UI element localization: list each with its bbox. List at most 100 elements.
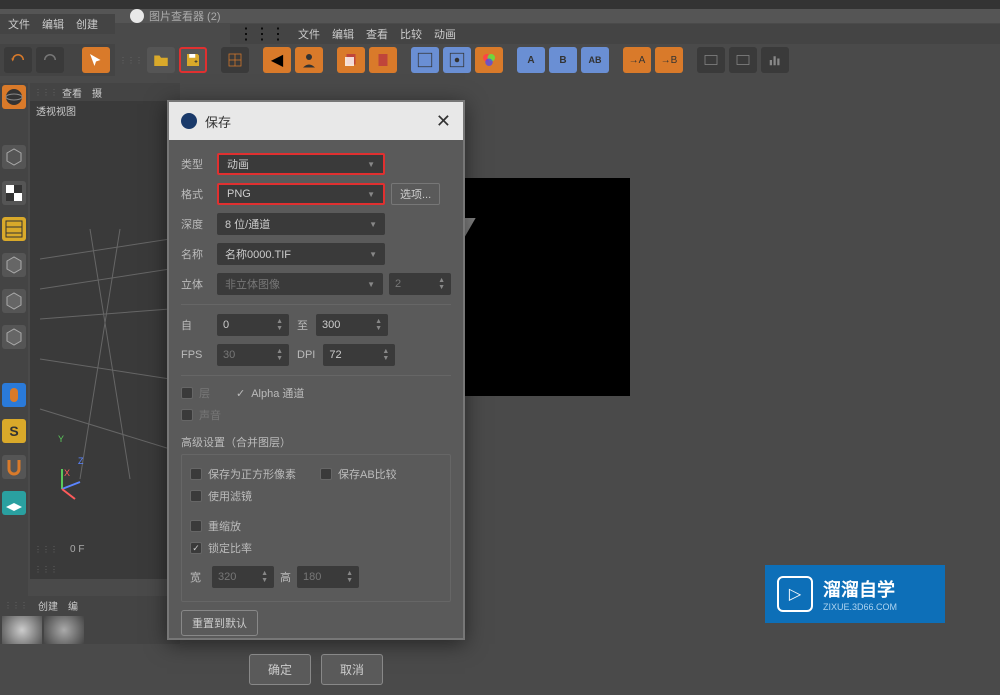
options-button[interactable]: 选项... xyxy=(391,183,440,205)
name-select[interactable]: 名称0000.TIF▼ xyxy=(217,243,385,265)
cube4-icon[interactable] xyxy=(2,325,26,349)
mouse-icon[interactable] xyxy=(2,383,26,407)
bottom-panel: ⋮⋮⋮ 创建 编 xyxy=(0,596,180,644)
width-input[interactable]: 320▲▼ xyxy=(212,566,274,588)
viewer-menu: ⋮⋮⋮ 文件 编辑 查看 比较 动画 xyxy=(230,24,1000,44)
depth-label: 深度 xyxy=(181,216,217,232)
type-select[interactable]: 动画▼ xyxy=(217,153,385,175)
menu-edit[interactable]: 编辑 xyxy=(42,16,64,32)
checker-icon[interactable] xyxy=(2,181,26,205)
sound-label: 声音 xyxy=(199,407,221,423)
ok-button[interactable]: 确定 xyxy=(249,654,311,685)
wireframe-icon[interactable] xyxy=(2,217,26,241)
workplane-icon[interactable] xyxy=(2,491,26,515)
app-icon xyxy=(130,9,144,23)
viewer-menu-edit[interactable]: 编辑 xyxy=(332,26,354,42)
redo-icon[interactable] xyxy=(36,47,64,73)
viewer-menu-view[interactable]: 查看 xyxy=(366,26,388,42)
grip-icon: ⋮⋮⋮ xyxy=(34,565,58,574)
save-ab-checkbox[interactable] xyxy=(320,468,332,480)
reset-button[interactable]: 重置到默认 xyxy=(181,610,258,636)
watermark-url: ZIXUE.3D66.COM xyxy=(823,602,897,612)
close-icon[interactable]: ✕ xyxy=(436,111,451,132)
format-select[interactable]: PNG▼ xyxy=(217,183,385,205)
from-input[interactable]: 0▲▼ xyxy=(217,314,289,336)
set-b-icon[interactable]: →B xyxy=(655,47,683,73)
main-toolbar xyxy=(0,44,115,76)
film-icon[interactable] xyxy=(697,47,725,73)
channel-single-icon[interactable] xyxy=(443,47,471,73)
viewport-3d[interactable]: Y Z X xyxy=(30,119,180,539)
menu-create[interactable]: 创建 xyxy=(76,16,98,32)
magnet-icon[interactable] xyxy=(2,455,26,479)
viewer-menu-compare[interactable]: 比较 xyxy=(400,26,422,42)
fps-input[interactable]: 30▲▼ xyxy=(217,344,289,366)
to-input[interactable]: 300▲▼ xyxy=(316,314,388,336)
main-menu: 文件 编辑 创建 xyxy=(0,14,115,34)
document-icon[interactable] xyxy=(369,47,397,73)
name-label: 名称 xyxy=(181,246,217,262)
layers-icon[interactable] xyxy=(337,47,365,73)
layer-checkbox[interactable] xyxy=(181,387,193,399)
timeline[interactable]: ⋮⋮⋮ 0 F xyxy=(30,539,170,559)
rescale-checkbox[interactable] xyxy=(190,520,202,532)
filter-checkbox[interactable] xyxy=(190,490,202,502)
move-left-icon[interactable]: ◀ xyxy=(263,47,291,73)
snap-icon[interactable]: S xyxy=(2,419,26,443)
histogram-icon[interactable] xyxy=(761,47,789,73)
sound-checkbox[interactable] xyxy=(181,409,193,421)
viewport-tab-camera[interactable]: 摄 xyxy=(92,85,102,100)
timeline-frame: 0 F xyxy=(70,544,84,555)
sphere-icon[interactable] xyxy=(2,85,26,109)
lock-ratio-checkbox[interactable] xyxy=(190,542,202,554)
compare-ab-icon[interactable]: AB xyxy=(581,47,609,73)
cube2-icon[interactable] xyxy=(2,253,26,277)
axis-gizmo: Y Z X xyxy=(50,464,90,509)
dialog-titlebar[interactable]: 保存 ✕ xyxy=(169,102,463,140)
grid-icon[interactable] xyxy=(221,47,249,73)
compare-a-icon[interactable]: A xyxy=(517,47,545,73)
open-folder-icon[interactable] xyxy=(147,47,175,73)
bottom-tab-create[interactable]: 创建 xyxy=(38,598,58,613)
lock-ratio-label: 锁定比率 xyxy=(208,540,252,556)
grip-icon: ⋮⋮⋮ xyxy=(238,24,286,44)
stereo-select[interactable]: 非立体图像▼ xyxy=(217,273,383,295)
window-title: 图片查看器 (2) xyxy=(149,8,221,24)
selection-icon[interactable] xyxy=(82,47,110,73)
viewer-menu-animation[interactable]: 动画 xyxy=(434,26,456,42)
bottom-tab-edit[interactable]: 编 xyxy=(68,598,78,613)
save-square-checkbox[interactable] xyxy=(190,468,202,480)
height-input[interactable]: 180▲▼ xyxy=(297,566,359,588)
axis-x-label: X xyxy=(64,468,70,478)
person-icon[interactable] xyxy=(295,47,323,73)
cube-icon[interactable] xyxy=(2,145,26,169)
menu-file[interactable]: 文件 xyxy=(8,16,30,32)
rescale-label: 重缩放 xyxy=(208,518,241,534)
left-sidebar: S xyxy=(0,83,28,643)
viewer-menu-file[interactable]: 文件 xyxy=(298,26,320,42)
save-icon[interactable] xyxy=(179,47,207,73)
compare-b-icon[interactable]: B xyxy=(549,47,577,73)
undo-icon[interactable] xyxy=(4,47,32,73)
watermark: 溜溜自学 ZIXUE.3D66.COM xyxy=(765,565,945,623)
set-a-icon[interactable]: →A xyxy=(623,47,651,73)
dialog-app-icon xyxy=(181,113,197,129)
advanced-section: 保存为正方形像素 保存AB比较 使用滤镜 重缩放 锁定比率 宽 3 xyxy=(181,454,451,602)
stereo-value-input[interactable]: 2▲▼ xyxy=(389,273,451,295)
channel-multi-icon[interactable] xyxy=(475,47,503,73)
material-thumbs xyxy=(0,614,180,644)
material-thumb[interactable] xyxy=(2,616,42,644)
viewport-tab-view[interactable]: 查看 xyxy=(62,85,82,100)
save-square-label: 保存为正方形像素 xyxy=(208,466,296,482)
alpha-checkmark: ✓ xyxy=(236,387,245,400)
timeline-2[interactable]: ⋮⋮⋮ xyxy=(30,559,170,579)
depth-select[interactable]: 8 位/通道▼ xyxy=(217,213,385,235)
axis-y-label: Y xyxy=(58,434,64,444)
fps-label: FPS xyxy=(181,349,217,361)
cancel-button[interactable]: 取消 xyxy=(321,654,383,685)
film2-icon[interactable] xyxy=(729,47,757,73)
cube3-icon[interactable] xyxy=(2,289,26,313)
material-thumb[interactable] xyxy=(44,616,84,644)
channel-rgb-icon[interactable] xyxy=(411,47,439,73)
dpi-input[interactable]: 72▲▼ xyxy=(323,344,395,366)
